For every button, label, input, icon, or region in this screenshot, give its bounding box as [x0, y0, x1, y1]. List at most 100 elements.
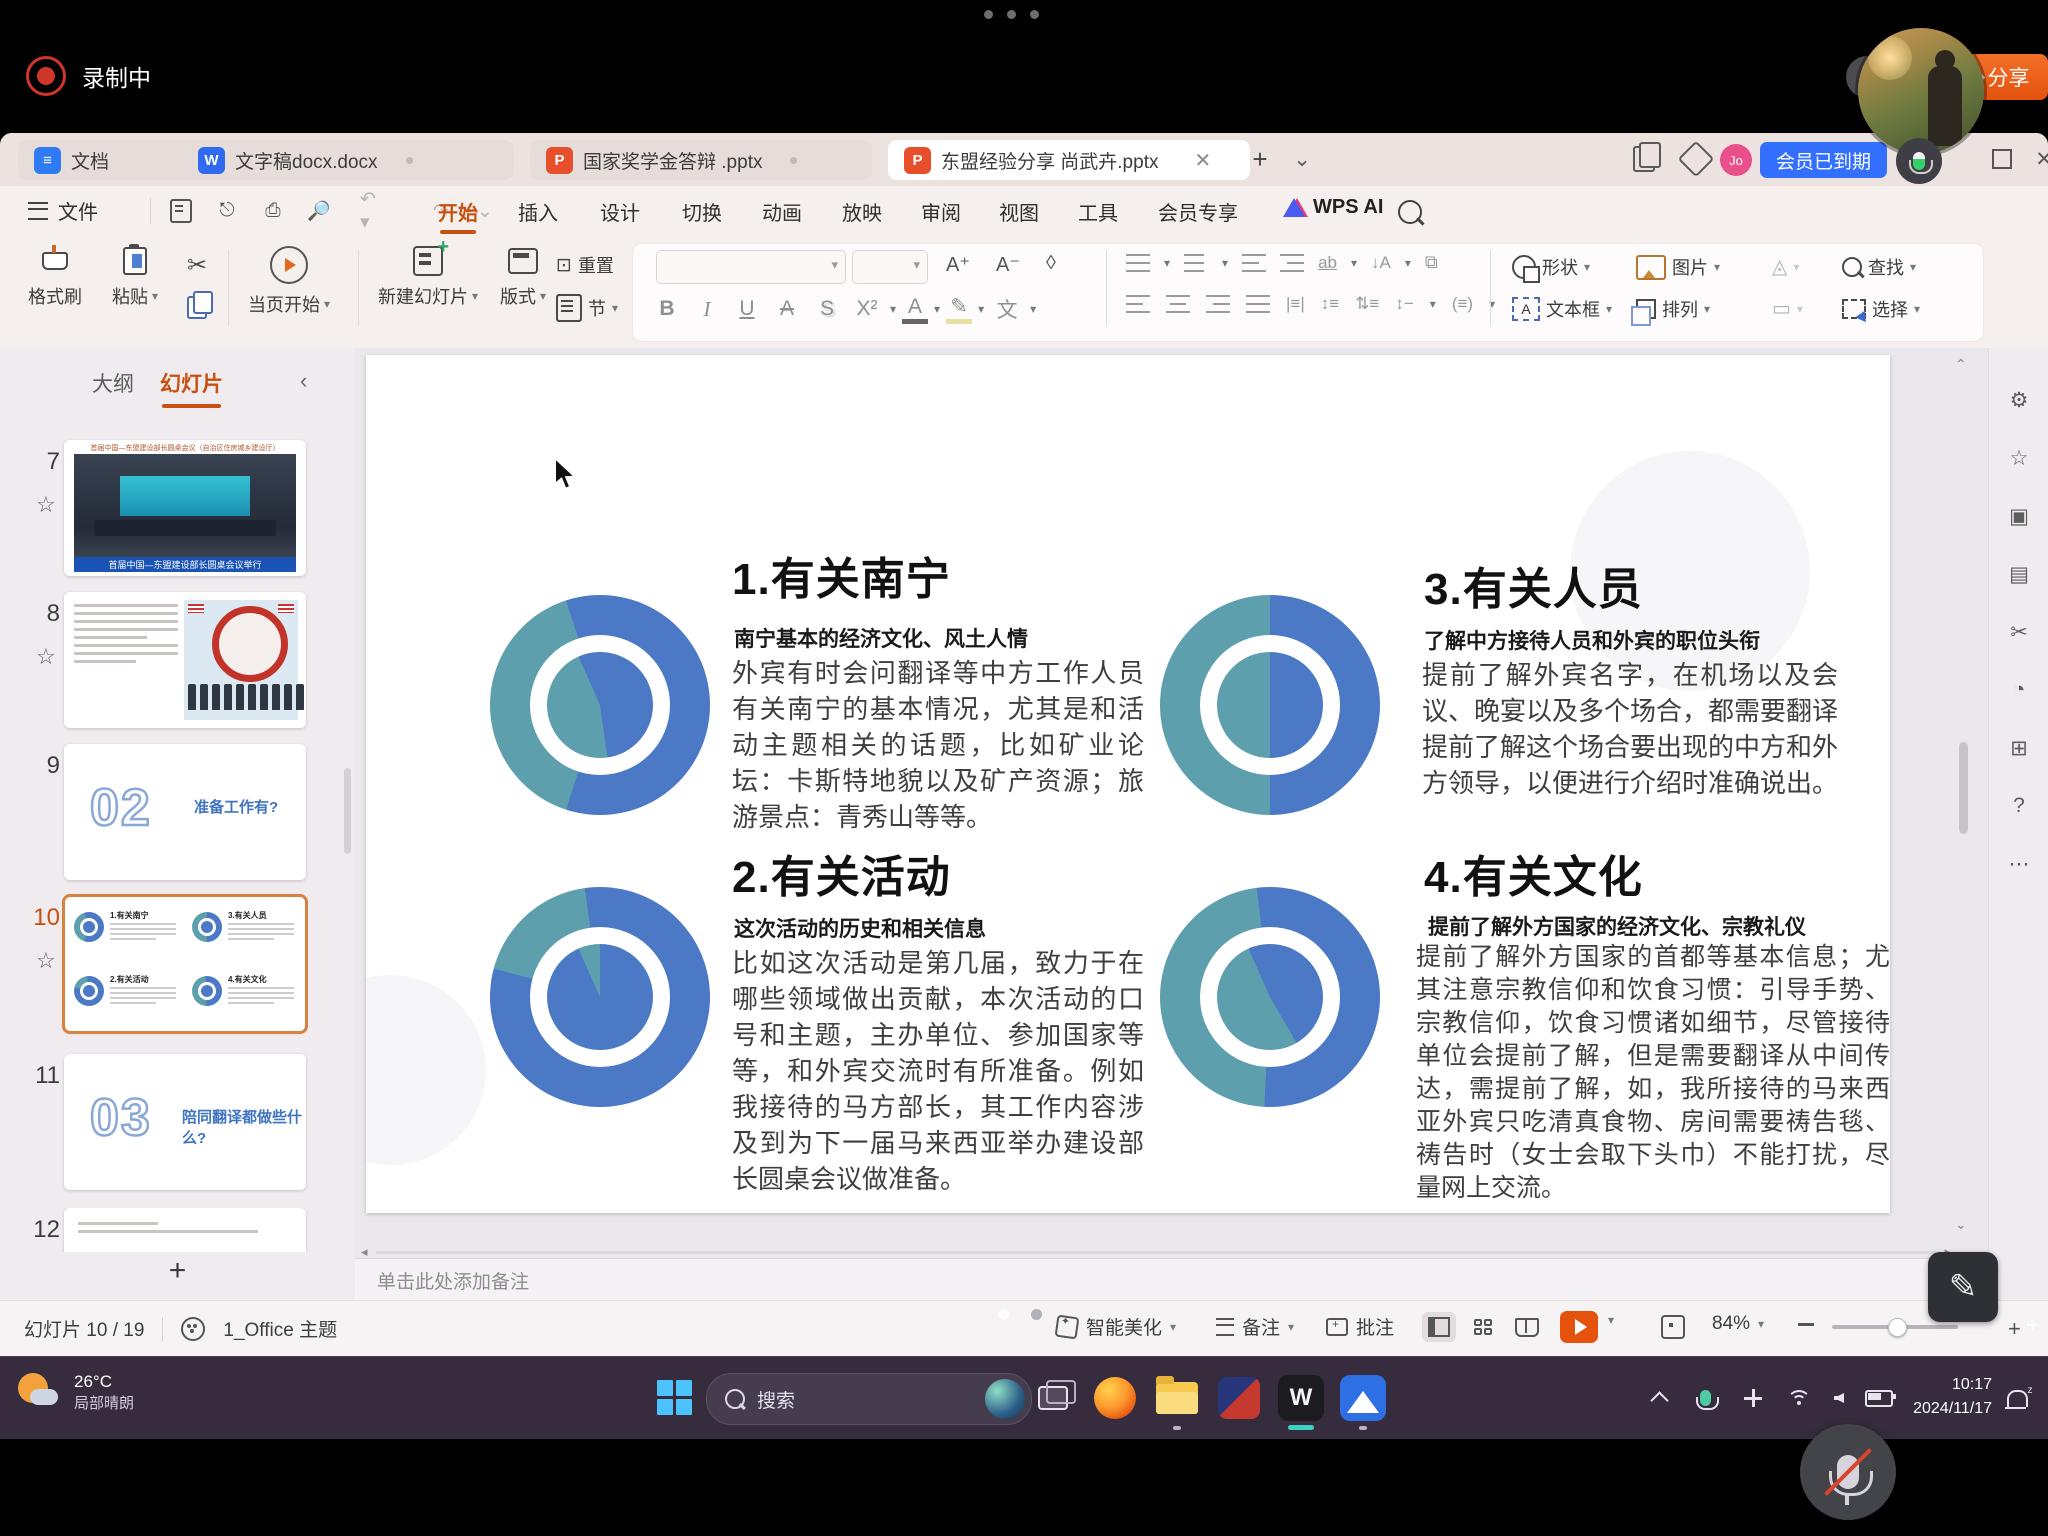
new-tab-dropdown[interactable]: ⌄ [1288, 145, 1316, 173]
font-color-button[interactable]: A [902, 295, 928, 324]
zoom-slider[interactable] [1832, 1325, 1958, 1329]
zoom-out-button[interactable] [1798, 1323, 1814, 1326]
donut-chart-1[interactable] [490, 595, 710, 815]
grid-pane-icon[interactable]: ⊞ [2003, 732, 2035, 764]
slideshow-play-button[interactable] [1560, 1311, 1598, 1343]
menu-member[interactable]: 会员专享 [1152, 194, 1244, 228]
slide-thumb-8[interactable]: 8 ☆ [0, 592, 355, 742]
favorite-star-icon[interactable]: ☆ [36, 948, 56, 974]
account-avatar[interactable]: Jo [1720, 144, 1752, 176]
file-menu[interactable]: 文件 [28, 196, 98, 225]
menu-insert[interactable]: 插入 [512, 194, 564, 228]
donut-chart-3[interactable] [1160, 595, 1380, 815]
export-pdf-icon[interactable]: ⎋ [214, 198, 240, 224]
bullets-icon[interactable] [1126, 254, 1150, 272]
play-dropdown-icon[interactable]: ▾ [1608, 1313, 1614, 1327]
distribute-icon[interactable]: |≡| [1286, 294, 1305, 314]
section-1-body[interactable]: 外宾有时会问翻译等中方工作人员有关南宁的基本情况，尤其是和活动主题相关的话题，比… [732, 655, 1144, 835]
menu-design[interactable]: 设计 [594, 194, 646, 228]
section-4-title[interactable]: 4.有关文化 [1424, 841, 1643, 905]
comments-button[interactable]: 批注 [1326, 1313, 1394, 1340]
line-spacing-icon[interactable]: ↕− [1395, 294, 1413, 314]
section-4-body[interactable]: 提前了解外方国家的首都等基本信息；尤其注意宗教信仰和饮食习惯：引导手势、宗教信仰… [1416, 941, 1890, 1205]
format-painter-button[interactable]: 格式刷 [28, 246, 82, 309]
menu-view[interactable]: 视图 [993, 194, 1045, 228]
zoom-level[interactable]: 84%▾ [1712, 1313, 1764, 1335]
add-slide-button[interactable]: + [0, 1254, 355, 1300]
search-icon[interactable] [1398, 200, 1422, 224]
zoom-in-button[interactable]: + [2008, 1316, 2021, 1342]
reset-button[interactable]: ⊡重置 [556, 252, 614, 278]
align-left-icon[interactable] [1126, 295, 1150, 313]
meeting-app-icon[interactable] [1340, 1375, 1386, 1421]
workspace-3d-icon[interactable] [1682, 145, 1710, 173]
text-direction-icon[interactable]: ↓A [1371, 253, 1391, 273]
section-2-subtitle[interactable]: 这次活动的历史和相关信息 [734, 913, 986, 943]
textbox-button[interactable]: A文本框▾ [1512, 296, 1612, 322]
annotation-add-icon[interactable]: + [2026, 1312, 2039, 1338]
line-spacing-up-icon[interactable]: ↕≡ [1321, 294, 1339, 314]
fit-slide-button[interactable] [1656, 1312, 1690, 1342]
highlight-button[interactable]: ✎ [946, 294, 972, 324]
tray-expand-icon[interactable] [1642, 1381, 1676, 1415]
smartart-convert-icon[interactable]: ⧉ [1425, 252, 1438, 273]
firefox-icon[interactable] [1092, 1375, 1138, 1421]
volume-icon[interactable] [1822, 1381, 1856, 1415]
line-spacing-down-icon[interactable]: ⇅≡ [1355, 294, 1379, 314]
thumbnail[interactable] [64, 1208, 306, 1252]
thumbnail[interactable]: 1.有关南宁 3.有关人员 2.有关活动 [64, 896, 306, 1032]
tab-ppt-active[interactable]: P 东盟经验分享 尚武卉.pptx ✕ [888, 140, 1250, 180]
tab-word-doc[interactable]: W 文字稿docx.docx [182, 140, 514, 180]
print-icon[interactable]: ⎙ [260, 198, 286, 224]
membership-expired-button[interactable]: 会员已到期 [1760, 142, 1887, 178]
outline-button[interactable]: ▭▾ [1772, 296, 1803, 321]
strikethrough-button[interactable]: A [770, 297, 804, 321]
wifi-icon[interactable] [1782, 1381, 1816, 1415]
layout-pane-icon[interactable]: ▤ [2003, 558, 2035, 590]
help-icon[interactable]: ? [2003, 790, 2035, 822]
menu-slideshow[interactable]: 放映 [836, 194, 888, 228]
window-close-icon[interactable]: ✕ [2030, 145, 2048, 173]
favorite-star-icon[interactable]: ☆ [36, 492, 56, 518]
menu-animation[interactable]: 动画 [756, 194, 808, 228]
fill-button[interactable]: ◬▾ [1772, 254, 1799, 279]
crop-icon[interactable]: ✂ [2003, 616, 2035, 648]
more-icon[interactable]: ⋯ [2003, 848, 2035, 880]
section-2-body[interactable]: 比如这次活动是第几届，致力于在哪些领域做出贡献，本次活动的口号和主题，主办单位、… [732, 945, 1144, 1197]
theme-name[interactable]: 1_Office 主题 [223, 1315, 337, 1342]
favorites-star-icon[interactable]: ☆ [2003, 442, 2035, 474]
italic-button[interactable]: I [690, 297, 724, 322]
section-button[interactable]: 节▾ [556, 294, 618, 322]
paste-button[interactable]: 粘贴▾ [112, 246, 158, 309]
decrease-indent-icon[interactable] [1242, 254, 1266, 272]
align-right-icon[interactable] [1206, 295, 1230, 313]
favorite-star-icon[interactable]: ☆ [36, 644, 56, 670]
play-from-page-button[interactable]: 当页开始▾ [248, 246, 330, 317]
numbering-icon[interactable] [1184, 254, 1208, 272]
vertical-scrollbar[interactable] [1959, 354, 1969, 1240]
superscript-button[interactable]: X² [850, 297, 884, 321]
slide-editor[interactable]: 1.有关南宁 南宁基本的经济文化、风土人情 外宾有时会问翻译等中方工作人员有关南… [366, 355, 1890, 1213]
find-button[interactable]: 查找▾ [1842, 254, 1916, 280]
print-preview-icon[interactable]: 🔎 [306, 198, 332, 224]
task-view-button[interactable] [1030, 1375, 1076, 1421]
section-1-subtitle[interactable]: 南宁基本的经济文化、风土人情 [734, 623, 1028, 653]
reading-view-button[interactable] [1510, 1312, 1544, 1342]
new-slide-button[interactable]: 新建幻灯片▾ [378, 246, 478, 309]
notification-bell-icon[interactable]: z [2000, 1381, 2034, 1415]
copy-icon[interactable] [182, 292, 212, 322]
underline-button[interactable]: U [730, 297, 764, 321]
clock[interactable]: 10:17 2024/11/17 [1900, 1373, 1992, 1421]
selection-pane-icon[interactable]: ▣ [2003, 500, 2035, 532]
tab-outline[interactable]: 大纲 [92, 368, 134, 398]
tab-close-icon[interactable]: ✕ [1194, 148, 1211, 173]
shapes-button[interactable]: 形状▾ [1512, 254, 1590, 280]
wps-ai-button[interactable]: WPS AI [1283, 196, 1383, 219]
select-button[interactable]: 选择▾ [1842, 296, 1920, 322]
thumbnail[interactable] [64, 592, 306, 728]
slide-thumb-12[interactable]: 12 [0, 1208, 355, 1252]
section-3-title[interactable]: 3.有关人员 [1424, 553, 1643, 617]
menu-review[interactable]: 审阅 [915, 194, 967, 228]
notes-area[interactable]: 单击此处添加备注 [355, 1258, 2010, 1301]
muted-mic-overlay[interactable] [1800, 1424, 1896, 1520]
